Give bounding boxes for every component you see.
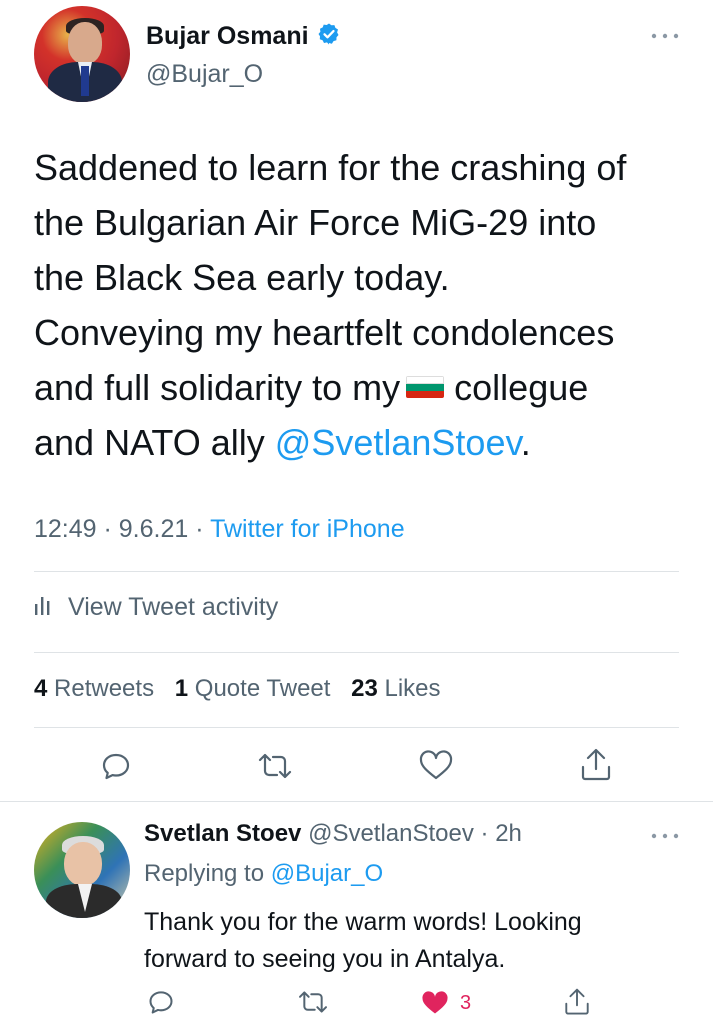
tweet-text-line: the Bulgarian Air Force MiG-29 into	[34, 202, 597, 243]
reply-author-avatar[interactable]	[34, 822, 130, 918]
reply-icon[interactable]	[96, 748, 136, 784]
reply-more-icon[interactable]	[650, 828, 680, 846]
reply-author-row: Svetlan Stoev @SvetlanStoev · 2h	[144, 820, 522, 848]
reply-share-icon[interactable]	[560, 984, 594, 1020]
share-icon[interactable]	[576, 745, 616, 785]
reply-like-button[interactable]: 3	[420, 988, 471, 1018]
divider	[34, 727, 679, 728]
avatar-face	[64, 842, 102, 886]
separator: ·	[188, 515, 211, 543]
reply-time: 2h	[495, 820, 522, 847]
author-name[interactable]: Bujar Osmani	[146, 22, 309, 51]
tweet-text-segment: and full solidarity to my	[34, 367, 401, 408]
replying-to-label: Replying to	[144, 860, 265, 887]
divider	[34, 652, 679, 653]
replying-to: Replying to @Bujar_O	[144, 860, 383, 888]
author-avatar[interactable]	[34, 6, 130, 102]
tweet-text-line: Saddened to learn for the crashing of	[34, 147, 627, 188]
tweet-text-segment: and NATO ally	[34, 422, 265, 463]
tweet-text-line: Conveying my heartfelt condolences	[34, 312, 615, 353]
retweet-icon[interactable]	[253, 748, 297, 784]
view-tweet-activity[interactable]: View Tweet activity	[34, 592, 278, 623]
tweet-text-line: and full solidarity to my collegue	[34, 360, 674, 415]
author-name-row[interactable]: Bujar Osmani	[146, 22, 341, 51]
reply-author-name[interactable]: Svetlan Stoev	[144, 820, 301, 847]
analytics-icon	[34, 592, 54, 623]
tweet-text-segment: .	[520, 422, 531, 463]
tweet-stats: 4 Retweets 1 Quote Tweet 23 Likes	[34, 675, 441, 703]
tweet-text: Saddened to learn for the crashing of th…	[34, 140, 674, 470]
replying-to-handle-link[interactable]: @Bujar_O	[271, 860, 383, 887]
retweets-stat[interactable]: 4 Retweets	[34, 675, 154, 702]
reply-text-line: Thank you for the warm words! Looking	[144, 908, 582, 936]
reply-retweet-icon[interactable]	[294, 986, 332, 1018]
like-icon[interactable]	[414, 748, 458, 784]
view-tweet-activity-label: View Tweet activity	[68, 593, 279, 621]
tweet-time: 12:49	[34, 515, 97, 543]
author-handle[interactable]: @Bujar_O	[146, 60, 263, 89]
bulgaria-flag-icon	[406, 376, 445, 399]
divider	[0, 801, 713, 802]
reply-author-handle[interactable]: @SvetlanStoev	[308, 820, 474, 847]
reply-reply-icon[interactable]	[144, 986, 178, 1018]
liked-heart-icon	[420, 990, 450, 1017]
tweet-text-segment: collegue	[454, 367, 589, 408]
tweet-text-line: the Black Sea early today.	[34, 257, 450, 298]
verified-badge-icon	[317, 22, 341, 51]
likes-stat[interactable]: 23 Likes	[351, 675, 440, 702]
divider	[34, 571, 679, 572]
avatar-face	[68, 22, 102, 64]
tweet-source-link[interactable]: Twitter for iPhone	[210, 515, 405, 543]
separator: ·	[473, 820, 496, 847]
reply-text: Thank you for the warm words! Looking fo…	[144, 904, 664, 978]
tweet-meta: 12:49 · 9.6.21 · Twitter for iPhone	[34, 515, 405, 544]
more-icon[interactable]	[650, 28, 680, 46]
separator: ·	[96, 515, 119, 543]
tweet-date: 9.6.21	[118, 515, 189, 543]
mention-link[interactable]: @SvetlanStoev	[275, 422, 521, 463]
reply-text-line: forward to seeing you in Antalya.	[144, 945, 506, 973]
reply-like-count: 3	[460, 991, 472, 1014]
quote-tweets-stat[interactable]: 1 Quote Tweet	[175, 675, 331, 702]
avatar-tie	[81, 66, 89, 96]
tweet-text-line: and NATO ally @SvetlanStoev.	[34, 415, 674, 470]
